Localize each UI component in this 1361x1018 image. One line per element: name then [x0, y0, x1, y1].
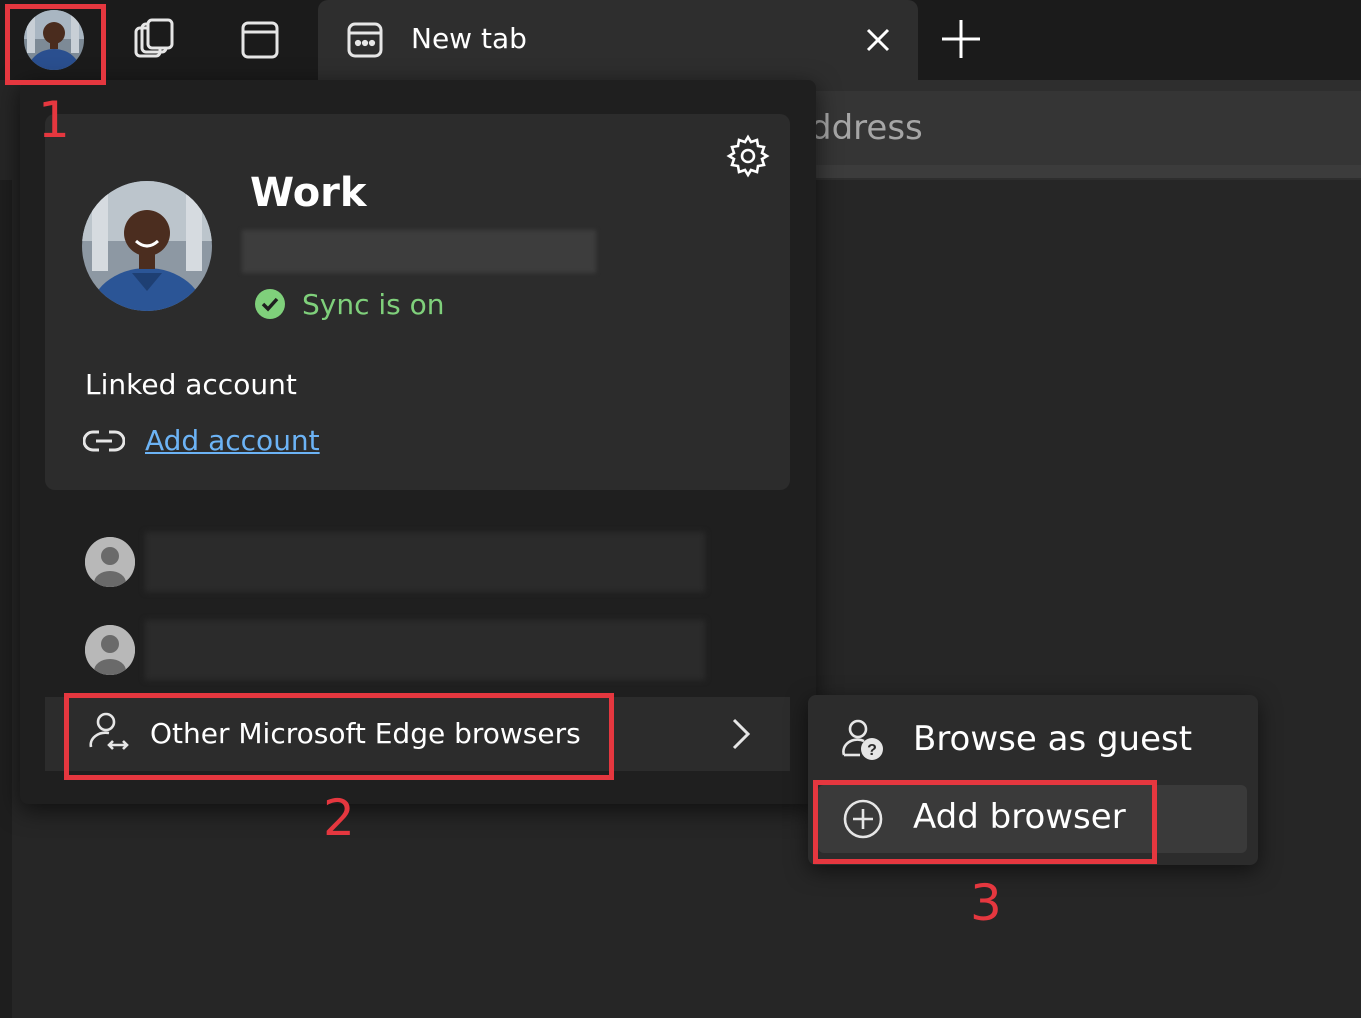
callout-box-3	[813, 780, 1157, 864]
account-name-redacted	[145, 620, 705, 680]
gear-icon[interactable]	[726, 134, 770, 178]
profile-email-redacted	[242, 230, 596, 273]
person-avatar-icon	[85, 537, 135, 587]
vertical-tabs-icon	[241, 21, 279, 59]
profile-avatar-large	[82, 181, 212, 311]
add-account-link[interactable]: Add account	[145, 424, 320, 457]
linked-account-label: Linked account	[85, 368, 297, 401]
tab-new-tab[interactable]: New tab	[318, 0, 918, 80]
address-bar-divider	[790, 165, 1361, 178]
callout-number-3: 3	[970, 874, 1002, 932]
callout-number-2: 2	[323, 789, 355, 847]
check-circle-icon	[255, 289, 285, 319]
window-edge	[0, 180, 12, 1018]
vertical-tabs-button[interactable]	[224, 0, 296, 80]
other-account-row[interactable]	[85, 532, 725, 592]
new-tab-page-icon	[347, 22, 383, 58]
account-name-redacted	[145, 532, 705, 592]
profile-name: Work	[250, 170, 367, 216]
address-bar-placeholder: ddress	[810, 108, 923, 148]
person-avatar-icon	[85, 625, 135, 675]
plus-icon[interactable]	[938, 16, 984, 62]
other-account-row[interactable]	[85, 620, 725, 680]
tab-title: New tab	[411, 22, 527, 55]
svg-text:?: ?	[867, 742, 877, 759]
callout-number-1: 1	[38, 91, 70, 149]
browse-as-guest-label: Browse as guest	[913, 719, 1193, 759]
close-icon[interactable]	[865, 27, 891, 53]
workspaces-icon	[134, 18, 174, 58]
sync-status: Sync is on	[302, 288, 445, 321]
link-icon	[83, 430, 125, 452]
tab-strip: New tab	[0, 0, 1361, 80]
workspaces-button[interactable]	[118, 0, 190, 80]
chevron-right-icon	[732, 718, 751, 750]
callout-box-1	[5, 4, 106, 85]
guest-person-icon: ?	[842, 719, 883, 760]
callout-box-2	[64, 693, 614, 780]
